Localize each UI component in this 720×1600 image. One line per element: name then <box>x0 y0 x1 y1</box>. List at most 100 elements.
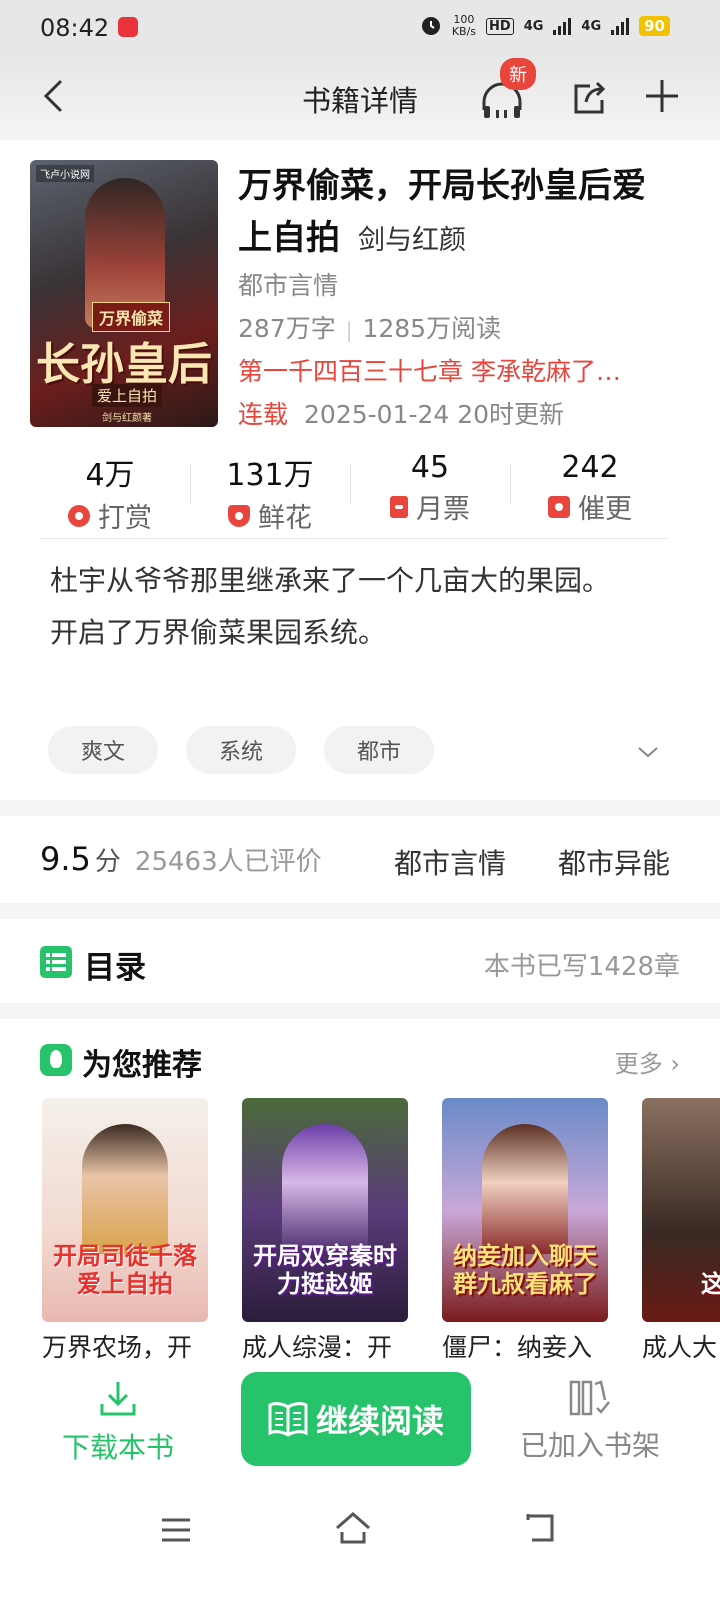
category-tag-1[interactable]: 都市言情 <box>394 842 506 882</box>
tag-list: 爽文 系统 都市 <box>48 726 434 774</box>
recommend-header: 为您推荐 更多 › <box>40 1040 680 1083</box>
stat-label: 鲜花 <box>258 503 312 534</box>
bookshelf-button[interactable]: 已加入书架 <box>510 1378 670 1464</box>
net-speed: 100 KB/s <box>452 14 476 38</box>
reward-icon <box>68 504 90 527</box>
recommend-cover: 开局司徒千落爱上自拍 <box>42 1098 208 1322</box>
cover-text: 这宗 <box>701 1269 720 1298</box>
stat-flower[interactable]: 131万 鲜花 <box>190 448 350 538</box>
menu-icon[interactable] <box>160 1514 192 1546</box>
stat-label: 打赏 <box>98 503 152 534</box>
book-cover[interactable]: 飞卢小说网 万界偷菜 长孙皇后 爱上自拍 剑与红颜著 <box>30 160 218 427</box>
cover-figure <box>82 1124 168 1254</box>
recommend-title: 万界农场，开 <box>42 1333 193 1362</box>
download-button[interactable]: 下载本书 <box>54 1378 182 1466</box>
book-intro[interactable]: 杜宇从爷爷那里继承来了一个几亩大的果园。 开启了万界偷菜果园系统。 <box>50 562 670 652</box>
update-info: 连载 2025-01-24 20时更新 <box>238 395 564 431</box>
book-title-block: 万界偷菜，开局长孙皇后爱上自拍 剑与红颜 <box>238 160 658 267</box>
net-speed-unit: KB/s <box>451 25 477 38</box>
recommend-title: 僵尸：纳妾入 <box>442 1333 593 1362</box>
battery-level: 90 <box>639 16 670 36</box>
recommend-cover: 纳妾加入聊天群九叔看麻了 <box>442 1098 608 1322</box>
flower-icon <box>228 504 250 527</box>
bookshelf-check-icon <box>569 1380 610 1416</box>
chevron-down-icon[interactable] <box>636 740 660 764</box>
plus-icon[interactable] <box>642 76 682 116</box>
section-gap <box>0 800 720 816</box>
continue-reading-label: 继续阅读 <box>315 1402 444 1440</box>
share-icon[interactable] <box>570 78 610 118</box>
new-badge: 新 <box>500 58 536 90</box>
section-gap <box>0 1003 720 1019</box>
table-of-contents-row[interactable]: 目录 本书已写1428章 <box>40 940 680 986</box>
recommend-title: 成人大 <box>642 1333 718 1362</box>
toc-label: 目录 <box>84 950 146 986</box>
recommend-item[interactable]: 纳妾加入聊天群九叔看麻了 僵尸：纳妾入 <box>442 1098 608 1364</box>
stat-urge[interactable]: 242 催更 <box>510 448 670 538</box>
chevron-right-icon: › <box>670 1050 680 1078</box>
tag-chip[interactable]: 爽文 <box>48 726 158 774</box>
update-time: 2025-01-24 20时更新 <box>304 400 565 429</box>
word-count: 287万字 <box>238 314 336 343</box>
stat-monthly-ticket[interactable]: 45 月票 <box>350 448 510 538</box>
return-icon[interactable] <box>522 1510 556 1544</box>
list-icon <box>40 946 72 978</box>
cover-title-big: 长孙皇后 <box>36 339 212 390</box>
cover-brand: 飞卢小说网 <box>36 165 94 182</box>
serial-status: 连载 <box>238 400 289 429</box>
stat-value: 4万 <box>85 458 135 493</box>
book-author[interactable]: 剑与红颜 <box>358 225 466 256</box>
sim2-label: 4G <box>581 18 602 34</box>
intro-line: 杜宇从爷爷那里继承来了一个几亩大的果园。 <box>50 564 611 597</box>
recommend-cover: 开局双穿秦时力挺赵姬 <box>242 1098 408 1322</box>
hd-indicator: HD <box>486 17 514 35</box>
notification-app-icon <box>118 17 138 37</box>
stat-value: 45 <box>410 450 450 485</box>
more-label: 更多 <box>614 1050 663 1078</box>
cover-text: 开局司徒千落爱上自拍 <box>53 1241 197 1298</box>
tag-chip[interactable]: 都市 <box>324 726 434 774</box>
stat-label: 催更 <box>578 494 632 525</box>
stat-label: 月票 <box>416 494 470 525</box>
status-indicators: 100 KB/s HD 4G 4G 90 <box>420 14 670 38</box>
tag-chip[interactable]: 系统 <box>186 726 296 774</box>
continue-reading-button[interactable]: 继续阅读 <box>241 1372 471 1466</box>
book-open-icon <box>268 1402 308 1437</box>
bookshelf-label: 已加入书架 <box>519 1429 660 1462</box>
signal-icon <box>553 17 572 35</box>
ticket-icon <box>390 495 408 518</box>
divider <box>40 538 668 539</box>
latest-chapter-link[interactable]: 第一千四百三十七章 李承乾麻了… <box>238 352 668 388</box>
cover-text: 纳妾加入聊天群九叔看麻了 <box>453 1241 597 1298</box>
sim1-label: 4G <box>523 18 544 34</box>
top-nav: 书籍详情 新 <box>0 56 720 140</box>
separator: | <box>345 318 353 342</box>
book-counts: 287万字 | 1285万阅读 <box>238 309 501 345</box>
rating-row[interactable]: 9.5 分 25463人已评价 都市言情 都市异能 <box>40 840 700 886</box>
stat-value: 131万 <box>226 458 314 493</box>
cover-figure <box>282 1124 368 1254</box>
recommend-title: 成人综漫：开 <box>242 1333 393 1362</box>
action-bar: 下载本书 继续阅读 已加入书架 <box>0 1370 720 1480</box>
recommend-item[interactable]: 开局司徒千落爱上自拍 万界农场，开 <box>42 1098 208 1364</box>
book-genre: 都市言情 <box>238 271 339 300</box>
rating-score: 9.5 <box>40 840 91 878</box>
stat-reward[interactable]: 4万 打赏 <box>30 448 190 538</box>
recommend-item[interactable]: 这宗 成人大 <box>642 1098 720 1364</box>
status-time: 08:42 <box>40 14 110 42</box>
stat-value: 242 <box>561 450 619 485</box>
chapter-count: 本书已写1428章 <box>483 952 680 982</box>
rating-unit: 分 <box>94 847 121 877</box>
recommend-item[interactable]: 开局双穿秦时力挺赵姬 成人综漫：开 <box>242 1098 408 1364</box>
intro-line: 开启了万界偷菜果园系统。 <box>50 616 387 649</box>
urge-icon <box>548 495 570 518</box>
category-tag-2[interactable]: 都市异能 <box>558 842 670 882</box>
section-gap <box>0 903 720 919</box>
cover-text: 开局双穿秦时力挺赵姬 <box>253 1241 397 1298</box>
system-nav-bar <box>0 1490 720 1600</box>
more-link[interactable]: 更多 › <box>615 1044 680 1079</box>
download-icon <box>100 1382 136 1416</box>
flame-icon <box>40 1044 72 1076</box>
home-icon[interactable] <box>334 1510 372 1546</box>
alarm-icon <box>421 17 440 35</box>
